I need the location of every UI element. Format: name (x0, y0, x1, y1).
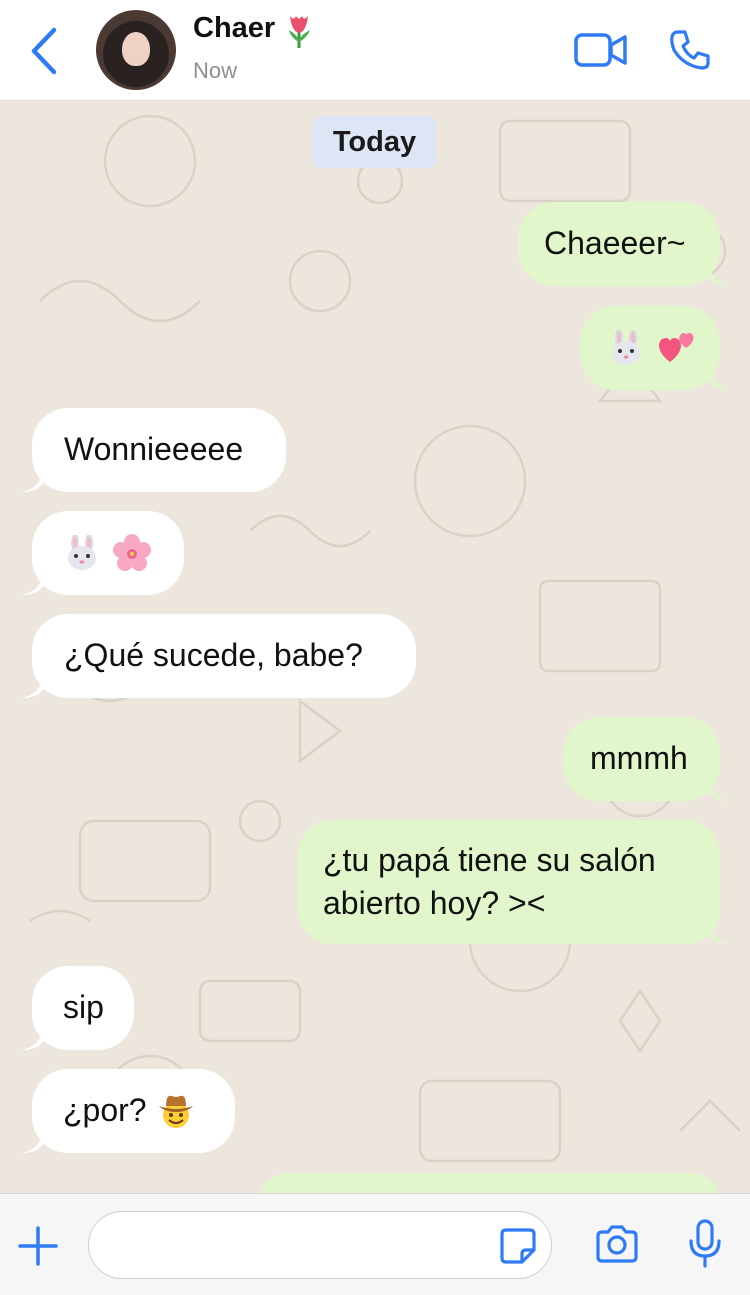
bubble-tail (22, 470, 44, 492)
rabbit-face-emoji-icon (68, 535, 96, 570)
plus-icon[interactable] (16, 1224, 60, 1268)
camera-icon[interactable] (594, 1224, 640, 1264)
message-bubble-outgoing[interactable] (580, 306, 720, 390)
message-bubble-outgoing-partial[interactable] (258, 1173, 720, 1193)
cowboy-face-emoji-icon (158, 1095, 193, 1128)
message-text: mmmh (590, 740, 688, 776)
rabbit-face-emoji-icon (612, 330, 640, 365)
message-bubble-outgoing[interactable]: mmmh (563, 717, 720, 801)
bubble-tail (22, 1131, 44, 1153)
bubble-tail (22, 1028, 44, 1050)
message-text-line-2: abierto hoy? >< (323, 885, 546, 921)
bubble-tail (708, 264, 730, 286)
microphone-icon[interactable] (688, 1219, 722, 1269)
contact-status: Now (193, 58, 238, 83)
cherry-blossom-emoji-icon (113, 534, 151, 571)
video-camera-icon[interactable] (573, 30, 629, 70)
message-bubble-incoming[interactable]: ¿por? (32, 1069, 235, 1153)
compose-bar (0, 1193, 750, 1295)
message-text: Chaeeer~ (544, 225, 686, 261)
bubble-tail (22, 573, 44, 595)
contact-name[interactable]: Chaer (193, 12, 275, 45)
sticker-icon[interactable] (498, 1226, 538, 1266)
bubble-tail (708, 922, 730, 944)
two-hearts-emoji-icon (659, 333, 694, 362)
message-bubble-incoming[interactable]: sip (32, 966, 134, 1050)
chat-header: Chaer Now (0, 0, 750, 101)
message-input[interactable] (88, 1211, 552, 1279)
message-bubble-outgoing[interactable]: Chaeeer~ (518, 202, 720, 286)
bubble-tail (708, 779, 730, 801)
message-bubble-incoming[interactable]: ¿Qué sucede, babe? (32, 614, 416, 698)
message-text-line-1: ¿tu papá tiene su salón (323, 842, 656, 878)
message-text: Wonnieeeee (64, 431, 244, 467)
message-list[interactable]: Today Chaeeer~ Wonnieeeee ¿Qué sucede, b… (0, 101, 750, 1193)
date-separator: Today (312, 116, 437, 168)
back-chevron-icon[interactable] (24, 26, 64, 76)
message-bubble-incoming[interactable]: Wonnieeeee (32, 408, 286, 492)
message-text: ¿por? (63, 1092, 147, 1128)
avatar[interactable] (96, 10, 176, 90)
bubble-tail (708, 368, 730, 390)
message-text: ¿Qué sucede, babe? (64, 637, 363, 673)
tulip-emoji-icon (289, 16, 310, 48)
message-bubble-outgoing[interactable]: ¿tu papá tiene su salón abierto hoy? >< (298, 820, 720, 944)
phone-icon[interactable] (668, 28, 712, 72)
message-bubble-incoming[interactable] (32, 511, 184, 595)
bubble-tail (22, 676, 44, 698)
message-text: sip (63, 989, 104, 1025)
